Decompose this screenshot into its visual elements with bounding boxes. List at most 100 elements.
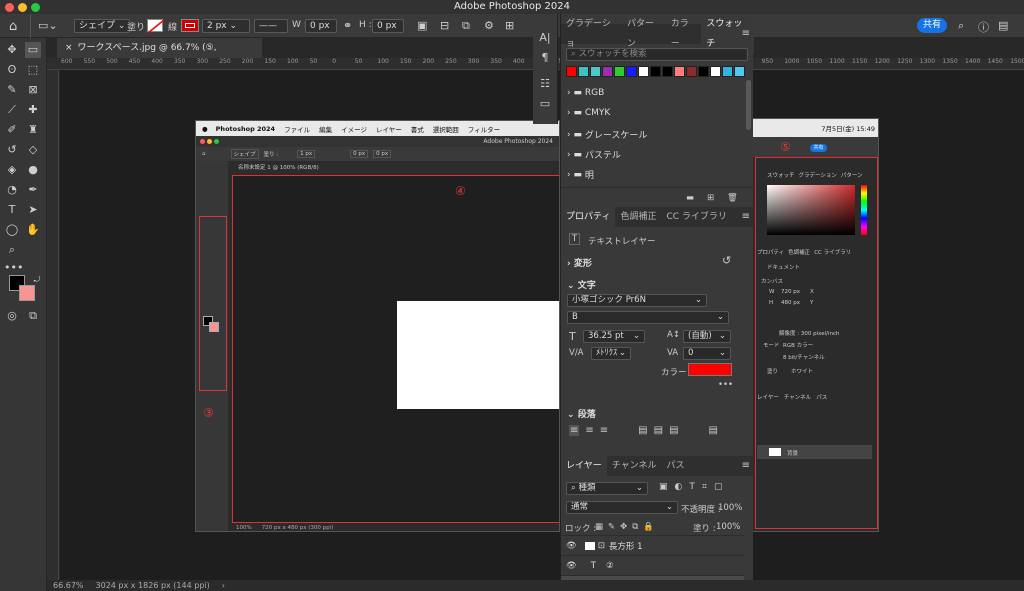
new-swatch-icon[interactable]: ⊞ <box>707 193 714 203</box>
align-edges-icon[interactable]: ⊞ <box>505 19 514 32</box>
help-icon[interactable]: ⓘ <box>978 19 989 35</box>
layer-row[interactable]: 👁 T ② <box>561 555 744 575</box>
fill-swatch[interactable] <box>147 19 165 34</box>
glyph-panel-icon[interactable]: ☷ <box>537 76 553 92</box>
paragraph-section-header[interactable]: ⌄ 段落 <box>567 407 596 420</box>
swatch-folder-cmyk[interactable]: › ▬ CMYK <box>567 108 610 118</box>
path-select-tool-icon[interactable]: ➤ <box>25 202 41 218</box>
panel-scrollbar[interactable] <box>746 80 751 130</box>
lock-image-icon[interactable]: ✎ <box>608 522 615 532</box>
lasso-tool-icon[interactable]: ʘ <box>4 62 20 78</box>
filter-type-icon[interactable]: T <box>689 482 695 492</box>
color-swatch[interactable] <box>650 66 661 77</box>
ellipse-tool-icon[interactable]: ◯ <box>4 222 20 238</box>
transform-section-header[interactable]: › 変形 <box>567 256 592 269</box>
reset-transform-icon[interactable]: ↺ <box>722 254 731 267</box>
eyedropper-tool-icon[interactable]: ⟋ <box>4 102 20 118</box>
width-field[interactable]: 0 px <box>305 19 337 33</box>
stamp-tool-icon[interactable]: ♜ <box>25 122 41 138</box>
swatch-folder-grayscale[interactable]: › ▬ グレースケール <box>567 128 647 142</box>
text-color-swatch[interactable] <box>688 363 732 376</box>
new-group-icon[interactable]: ▬ <box>686 193 694 203</box>
align-right-icon[interactable]: ≡ <box>600 425 608 436</box>
justify-all-icon[interactable]: ▤ <box>709 425 718 436</box>
visibility-eye-icon[interactable]: 👁 <box>566 541 577 551</box>
screen-mode-icon[interactable]: ⧉ <box>25 308 41 324</box>
color-swatch[interactable] <box>578 66 589 77</box>
path-operations-icon[interactable]: ▣ <box>417 19 427 32</box>
comments-panel-icon[interactable]: ▭ <box>537 96 553 112</box>
align-left-icon[interactable]: ≡ <box>569 425 580 436</box>
type-tool-icon[interactable]: T <box>4 202 20 218</box>
tab-cc-libraries[interactable]: CC ライブラリ <box>661 207 731 227</box>
stroke-swatch[interactable] <box>181 19 199 32</box>
justify-left-icon[interactable]: ▤ <box>638 425 647 436</box>
color-swatch[interactable] <box>602 66 613 77</box>
panel-menu-icon[interactable]: ≡ <box>742 28 750 39</box>
tab-layers[interactable]: レイヤー <box>561 456 607 476</box>
lock-all-icon[interactable]: 🔒 <box>643 522 654 532</box>
swap-colors-icon[interactable]: ⤾ <box>29 272 45 288</box>
paragraph-panel-icon[interactable]: ¶ <box>537 50 553 66</box>
object-select-tool-icon[interactable]: ⬚ <box>25 62 41 78</box>
filter-adjustment-icon[interactable]: ◐ <box>675 482 683 492</box>
character-panel-icon[interactable]: A| <box>537 30 553 46</box>
more-options-icon[interactable]: ••• <box>718 380 733 390</box>
path-alignment-icon[interactable]: ⊟ <box>440 19 449 32</box>
zoom-level[interactable]: 66.67% <box>53 581 84 590</box>
font-size-field[interactable]: 36.25 pt ⌄ <box>583 330 645 343</box>
leading-field[interactable]: (自動) ⌄ <box>683 330 731 343</box>
lock-artboard-icon[interactable]: ⧉ <box>632 522 638 532</box>
font-style-select[interactable]: B ⌄ <box>567 311 729 324</box>
align-center-icon[interactable]: ≡ <box>585 425 593 436</box>
hand-tool-icon[interactable]: ✋ <box>25 222 41 238</box>
history-brush-tool-icon[interactable]: ↺ <box>4 142 20 158</box>
visibility-eye-icon[interactable]: 👁 <box>566 561 577 571</box>
kerning-field[interactable]: ﾒﾄﾘｸｽ ⌄ <box>591 347 631 360</box>
quick-select-tool-icon[interactable]: ✎ <box>4 82 20 98</box>
more-tools-icon[interactable]: ••• <box>4 260 23 276</box>
healing-brush-tool-icon[interactable]: ✚ <box>25 102 41 118</box>
workspace-icon[interactable]: ▤ <box>998 19 1008 32</box>
document-tab[interactable]: ×ワークスペース.jpg @ 66.7% (⑤, RGB/8*/CMYK) * <box>57 38 262 73</box>
color-swatch[interactable] <box>566 66 577 77</box>
mode-select[interactable]: シェイプ ⌄ <box>74 19 131 33</box>
tab-channels[interactable]: チャンネル <box>607 456 662 476</box>
font-family-select[interactable]: 小塚ゴシック Pr6N ⌄ <box>567 294 707 307</box>
dodge-tool-icon[interactable]: ◔ <box>4 182 20 198</box>
tab-properties[interactable]: プロパティ <box>561 207 616 227</box>
color-swatch[interactable] <box>626 66 637 77</box>
layer-row[interactable]: 👁 ⊡ 長方形 1 <box>561 535 744 555</box>
color-swatch[interactable] <box>710 66 721 77</box>
link-icon[interactable]: ⚭ <box>343 19 352 32</box>
color-swatch[interactable] <box>662 66 673 77</box>
paint-bucket-tool-icon[interactable]: ◈ <box>4 162 20 178</box>
eraser-tool-icon[interactable]: ◇ <box>25 142 41 158</box>
fill-value[interactable]: 100% <box>716 522 740 532</box>
swatch-folder-rgb[interactable]: › ▬ RGB <box>567 88 604 98</box>
lock-position-icon[interactable]: ✥ <box>620 522 627 532</box>
filter-smart-object-icon[interactable]: ▢ <box>714 482 723 492</box>
filter-pixel-icon[interactable]: ▣ <box>659 482 668 492</box>
tracking-field[interactable]: 0 ⌄ <box>683 347 731 360</box>
color-swatch[interactable] <box>722 66 733 77</box>
character-section-header[interactable]: ⌄ 文字 <box>567 278 596 291</box>
filter-shape-icon[interactable]: ⌗ <box>702 482 707 492</box>
move-tool-icon[interactable]: ✥ <box>4 42 20 58</box>
stroke-type-select[interactable]: —— ⌄ <box>254 19 288 43</box>
color-swatch[interactable] <box>590 66 601 77</box>
justify-center-icon[interactable]: ▤ <box>654 425 663 436</box>
crop-tool-icon[interactable]: ⊠ <box>25 82 41 98</box>
swatch-folder-pastel[interactable]: › ▬ パステル <box>567 148 621 162</box>
swatch-search-input[interactable]: ⌕ スウォッチを検索 <box>566 48 748 61</box>
tab-paths[interactable]: パス <box>661 456 689 476</box>
blur-tool-icon[interactable]: ● <box>25 162 41 178</box>
pen-tool-icon[interactable]: ✒ <box>25 182 41 198</box>
brush-tool-icon[interactable]: ✐ <box>4 122 20 138</box>
gear-icon[interactable]: ⚙ <box>484 19 494 32</box>
rectangle-tool-preset-icon[interactable]: ▭⌄ <box>38 19 58 32</box>
share-button[interactable]: 共有 <box>917 18 947 33</box>
color-swatch[interactable] <box>734 66 745 77</box>
swatch-folder-light[interactable]: › ▬ 明 <box>567 168 594 182</box>
search-icon[interactable]: ⌕ <box>958 19 964 33</box>
